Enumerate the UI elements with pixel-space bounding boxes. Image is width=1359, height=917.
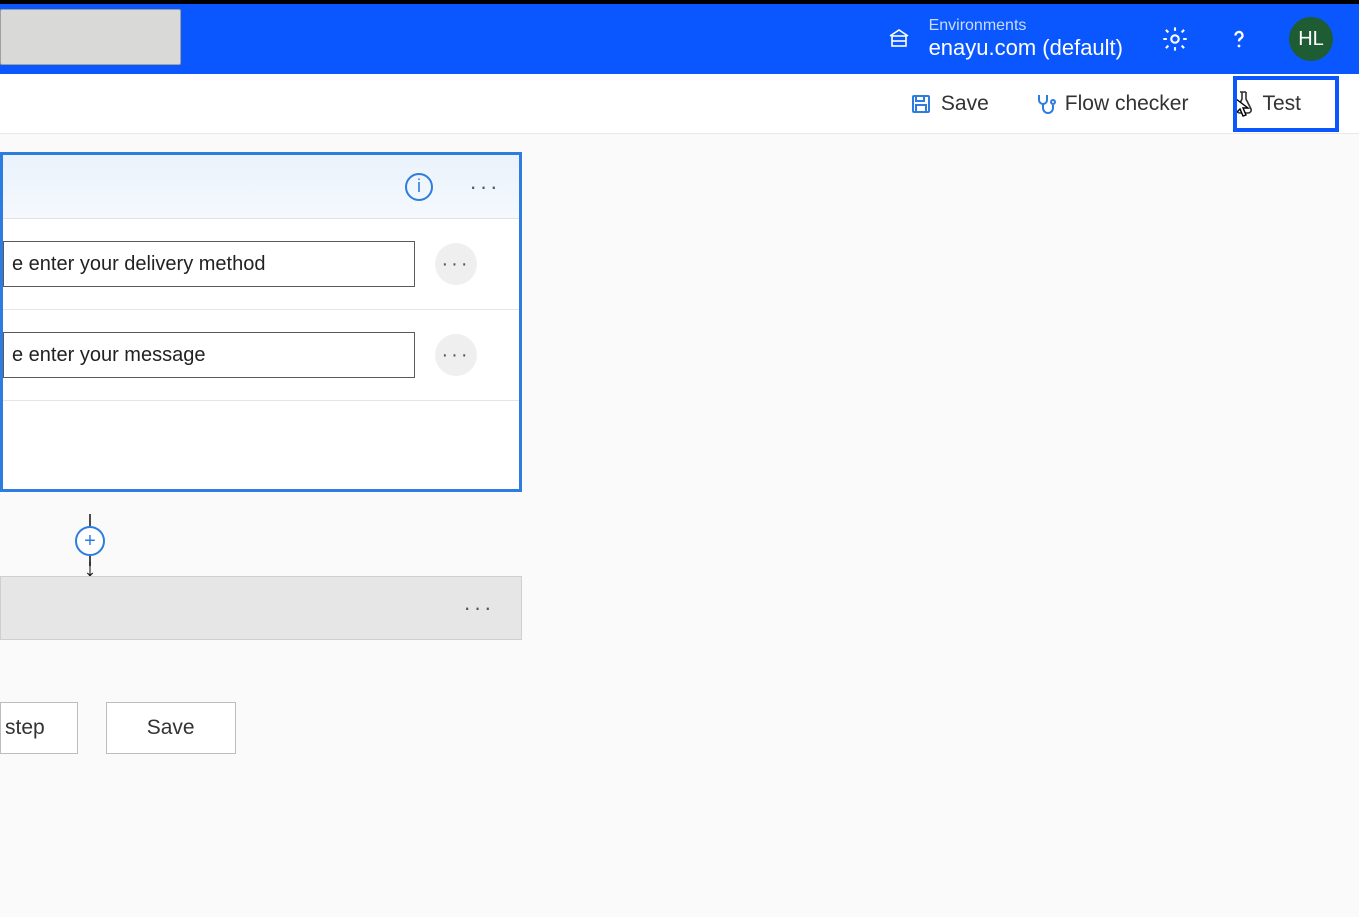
gear-icon[interactable]	[1161, 25, 1189, 53]
input-field-1[interactable]	[3, 241, 415, 287]
app-header: Environments enayu.com (default) HL	[0, 4, 1359, 74]
input-row-1: ···	[3, 219, 519, 310]
action-card-collapsed[interactable]: ···	[0, 576, 522, 640]
input-row-menu-icon[interactable]: ···	[435, 334, 477, 376]
info-icon[interactable]: i	[405, 173, 433, 201]
environments-label: Environments	[929, 16, 1123, 35]
environment-name: enayu.com (default)	[929, 35, 1123, 61]
card-menu-icon[interactable]: ···	[461, 594, 497, 622]
input-row-2: ···	[3, 310, 519, 401]
designer-toolbar: Save Flow checker Test	[0, 74, 1359, 134]
canvas-footer-buttons: step Save	[0, 702, 236, 754]
toolbar-flowchecker-label: Flow checker	[1065, 92, 1189, 116]
input-row-menu-icon[interactable]: ···	[435, 243, 477, 285]
trigger-card: i ··· ··· ···	[0, 152, 522, 492]
step-connector: + ↓	[78, 514, 102, 572]
input-field-2[interactable]	[3, 332, 415, 378]
trigger-card-footer	[3, 401, 519, 489]
trigger-card-header[interactable]: i ···	[3, 155, 519, 219]
arrow-down-icon: ↓	[84, 562, 97, 572]
flow-checker-button[interactable]: Flow checker	[1023, 84, 1199, 124]
avatar-initials: HL	[1298, 28, 1324, 51]
environment-icon[interactable]	[885, 27, 913, 51]
flask-icon-with-cursor	[1232, 91, 1254, 117]
flow-canvas[interactable]: i ··· ··· ··· + ↓ ··· step Save	[0, 134, 1359, 917]
toolbar-test-label: Test	[1262, 92, 1301, 116]
save-icon	[909, 92, 933, 116]
toolbar-save-label: Save	[941, 92, 989, 116]
card-menu-icon[interactable]: ···	[467, 173, 503, 201]
help-icon[interactable]	[1225, 25, 1253, 53]
new-step-button[interactable]: step	[0, 702, 78, 754]
canvas-save-button[interactable]: Save	[106, 702, 236, 754]
search-input-fragment[interactable]	[0, 9, 181, 65]
stethoscope-icon	[1033, 92, 1057, 116]
environment-picker[interactable]: Environments enayu.com (default)	[929, 16, 1123, 62]
test-button[interactable]: Test	[1222, 83, 1311, 125]
save-button[interactable]: Save	[899, 84, 999, 124]
avatar[interactable]: HL	[1289, 17, 1333, 61]
